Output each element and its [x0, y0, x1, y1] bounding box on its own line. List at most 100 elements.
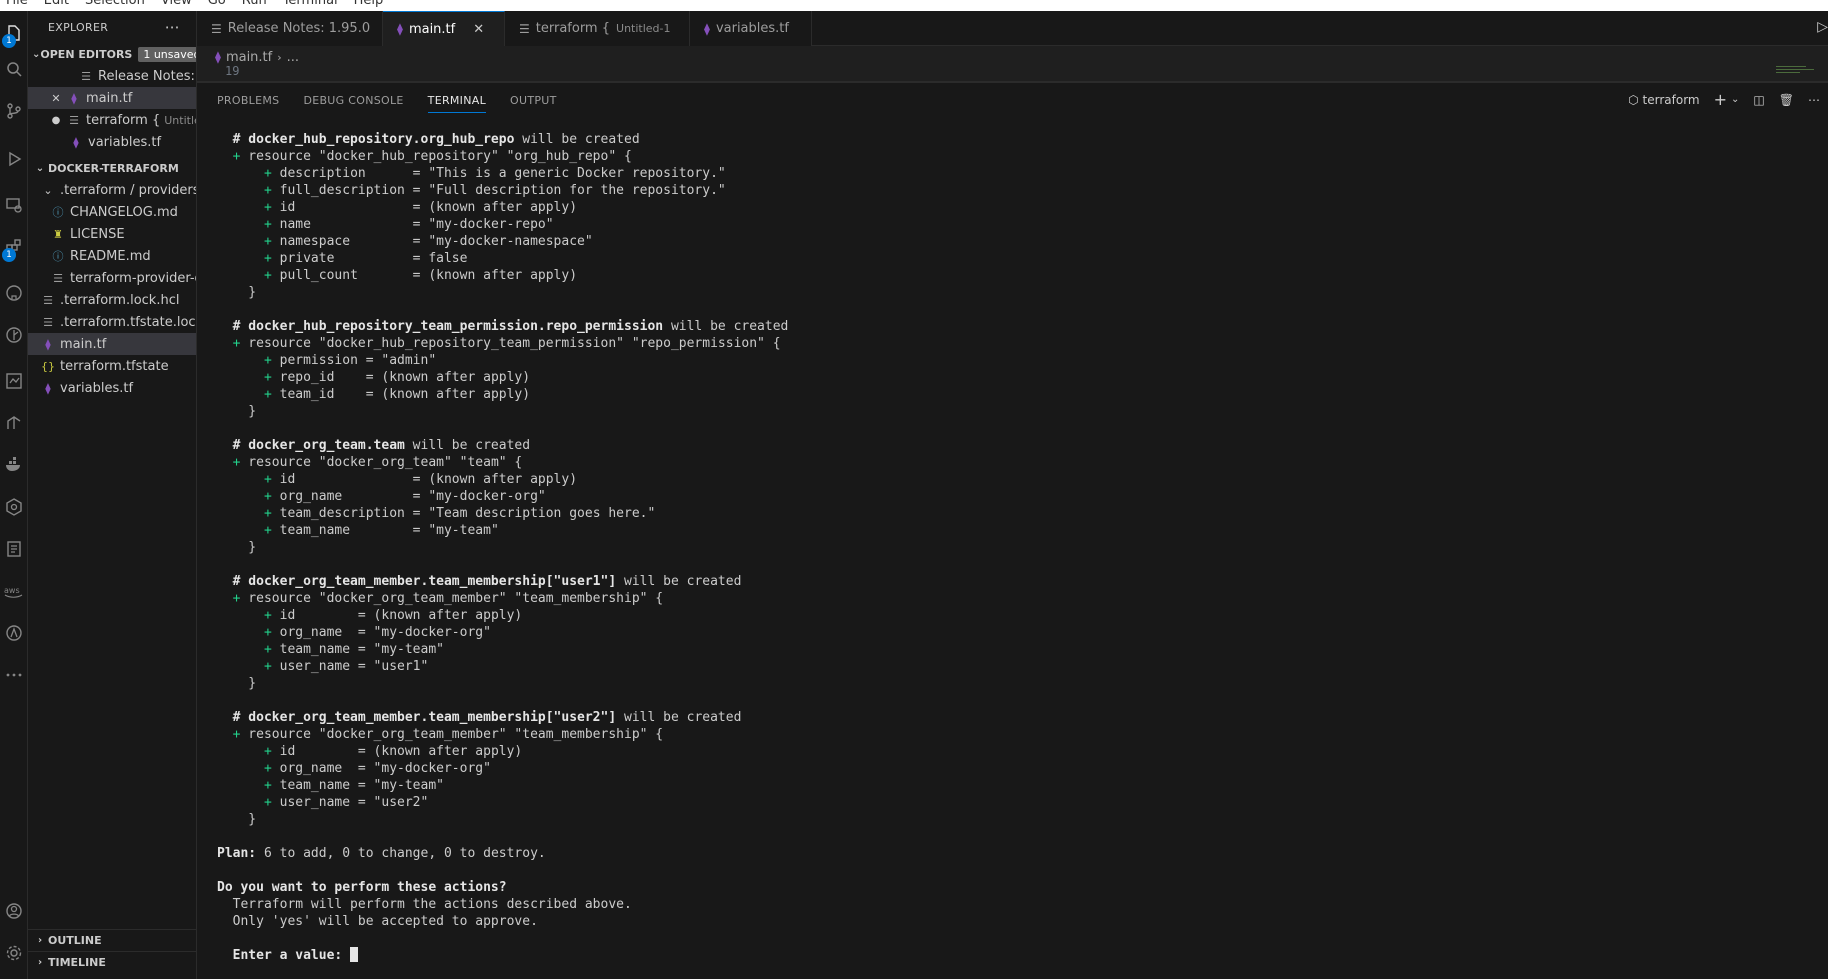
terminal-text: + [263, 778, 272, 793]
add-terminal-icon[interactable]: + [1714, 90, 1727, 109]
explorer-icon[interactable]: 1 [0, 15, 28, 51]
tree-item-tfstate-lock[interactable]: ☰ .terraform.tfstate.lock.info [28, 311, 196, 333]
terminal-text: team_name = "my-team" [271, 642, 444, 657]
tree-item-license[interactable]: ♜ LICENSE [28, 223, 196, 245]
terminal-text: + [263, 183, 272, 198]
more-actions-icon[interactable]: ⋯ [1808, 93, 1820, 107]
menu-item-run[interactable]: Run [242, 0, 267, 8]
open-editor-main-tf[interactable]: ✕ ⧫ main.tf [28, 87, 196, 109]
tab-release-notes[interactable]: ☰ Release Notes: 1.95.0 [197, 11, 383, 46]
tab-output[interactable]: OUTPUT [510, 83, 557, 117]
menu-item-edit[interactable]: Edit [44, 0, 69, 8]
source-control-icon[interactable] [0, 93, 28, 129]
tree-item-lock-hcl[interactable]: ☰ .terraform.lock.hcl [28, 289, 196, 311]
terminal-selector[interactable]: ⬡ terraform [1628, 93, 1700, 107]
tab-main-tf[interactable]: ⧫ main.tf ✕ [383, 11, 505, 46]
trash-icon[interactable]: 🗑 [1779, 93, 1794, 107]
open-editor-untitled[interactable]: ● ☰ terraform { Untitled-1 [28, 109, 196, 131]
menu-item-view[interactable]: View [161, 0, 192, 8]
more-icon[interactable] [0, 657, 28, 693]
tree-item-label: variables.tf [60, 380, 134, 396]
open-editors-label: OPEN EDITORS [40, 47, 133, 61]
minimap[interactable] [1776, 66, 1816, 74]
tab-label: Release Notes: 1.95.0 [227, 21, 371, 36]
terminal-text: team_id = (known after apply) [271, 387, 531, 402]
remote-explorer-icon[interactable] [0, 187, 28, 223]
terminal-text: + [263, 659, 272, 674]
tree-folder-terraform[interactable]: ⌄ .terraform / providers / registry.terr… [28, 179, 196, 201]
tree-item-readme[interactable]: ⓘ README.md [28, 245, 196, 267]
menu-item-terminal[interactable]: Terminal [283, 0, 338, 8]
run-icon[interactable]: ▷ [1817, 19, 1828, 35]
chevron-down-icon: ⌄ [43, 183, 53, 197]
tab-untitled[interactable]: ☰ terraform { Untitled-1 [505, 11, 690, 46]
tree-item-variables-tf[interactable]: ⧫ variables.tf [28, 377, 196, 399]
close-icon[interactable]: ✕ [473, 22, 484, 37]
kubernetes-icon[interactable] [0, 489, 28, 525]
terminal-text: id = (known after apply) [271, 472, 578, 487]
menu-item-file[interactable]: File [6, 0, 28, 8]
terminal-line: + full_description = "Full description f… [217, 182, 1807, 199]
menu-item-go[interactable]: Go [208, 0, 226, 8]
tab-debug-console[interactable]: DEBUG CONSOLE [303, 83, 403, 117]
open-editor-variables-tf[interactable]: ⧫ variables.tf [28, 131, 196, 153]
menu-item-help[interactable]: Help [354, 0, 384, 8]
terminal-text: + [263, 608, 272, 623]
terminal-line: + permission = "admin" [217, 352, 1807, 369]
menu-item-selection[interactable]: Selection [85, 0, 145, 8]
tree-item-main-tf[interactable]: ⧫ main.tf [28, 333, 196, 355]
open-editors-header[interactable]: ⌄ OPEN EDITORS 1 unsaved [28, 43, 196, 65]
gear-icon[interactable] [0, 935, 28, 971]
github-icon[interactable] [0, 275, 28, 311]
close-icon[interactable]: ✕ [48, 92, 64, 105]
tree-item-label: .terraform.lock.hcl [60, 292, 180, 308]
tab-terminal[interactable]: TERMINAL [427, 89, 487, 113]
account-icon[interactable] [0, 893, 28, 929]
open-editor-release-notes[interactable]: ☰ Release Notes: 1.95.0 [28, 65, 196, 87]
file-lines-icon: ☰ [211, 21, 222, 36]
terminal-text: + [263, 200, 272, 215]
terminal-line: + resource "docker_hub_repository_team_p… [217, 335, 1807, 352]
tree-item-provider-binary[interactable]: ☰ terraform-provider-docker [28, 267, 196, 289]
more-actions-icon[interactable]: ⋯ [165, 18, 180, 36]
project-header[interactable]: ⌄ DOCKER-TERRAFORM [28, 157, 196, 179]
docker-icon[interactable] [0, 447, 28, 483]
notebook-icon[interactable] [0, 531, 28, 567]
terminal-text: + [263, 353, 272, 368]
terminal-line: + name = "my-docker-repo" [217, 216, 1807, 233]
git-graph-icon[interactable] [0, 317, 28, 353]
file-lines-icon: ☰ [81, 69, 91, 83]
breadcrumb-file[interactable]: main.tf [226, 50, 272, 65]
timeline-header[interactable]: › TIMELINE [28, 951, 196, 973]
testing-icon[interactable] [0, 363, 28, 399]
terminal-text: # docker_org_team_member.team_membership… [232, 574, 617, 589]
tree-item-changelog[interactable]: ⓘ CHANGELOG.md [28, 201, 196, 223]
aws-icon[interactable]: aws [0, 573, 28, 609]
tab-problems[interactable]: PROBLEMS [217, 83, 279, 117]
run-debug-icon[interactable] [0, 141, 28, 177]
terminal-text: + [263, 387, 272, 402]
split-terminal-icon[interactable]: ◫ [1753, 93, 1764, 107]
chevron-down-icon[interactable]: ⌄ [1731, 94, 1739, 105]
terminal-text: + [263, 489, 272, 504]
unsaved-dot-icon: ● [51, 114, 61, 126]
outline-header[interactable]: › OUTLINE [28, 929, 196, 951]
terminal-text: # docker_org_team_member.team_membership… [232, 710, 617, 725]
extensions-icon[interactable]: 1 [0, 229, 28, 265]
search-icon[interactable] [0, 51, 28, 87]
terminal-text: Only 'yes' will be accepted to approve. [217, 914, 538, 929]
terminal-line: + private = false [217, 250, 1807, 267]
tab-variables-tf[interactable]: ⧫ variables.tf [690, 11, 812, 46]
tree-item-tfstate[interactable]: {} terraform.tfstate [28, 355, 196, 377]
deploy-icon[interactable] [0, 405, 28, 441]
ansible-icon[interactable] [0, 615, 28, 651]
breadcrumb-symbol[interactable]: ... [287, 50, 299, 65]
terminal-output[interactable]: # docker_hub_repository.org_hub_repo wil… [217, 131, 1807, 964]
